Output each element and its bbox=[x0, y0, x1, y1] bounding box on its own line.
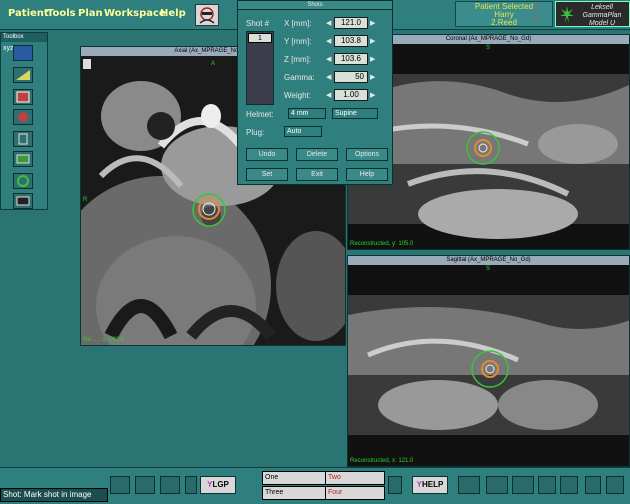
shot-list-item[interactable]: 1 bbox=[248, 33, 272, 43]
y-label: Y [mm]: bbox=[284, 37, 312, 46]
menu-help[interactable]: Help bbox=[160, 8, 186, 19]
frame-icon[interactable] bbox=[135, 476, 155, 494]
tool-paint-icon[interactable] bbox=[13, 67, 33, 83]
plug-label: Plug: bbox=[246, 128, 265, 137]
logo-text: Leksell GammaPlan Model U bbox=[582, 4, 622, 27]
menu-workspace[interactable]: Workspace bbox=[104, 8, 166, 19]
gamma-label: Gamma: bbox=[284, 73, 315, 82]
status-bar: Shot: Mark shot in image bbox=[0, 488, 108, 502]
tool-box-icon[interactable] bbox=[13, 89, 33, 105]
view-three-button[interactable]: Three bbox=[262, 486, 326, 500]
weight-label: Weight: bbox=[284, 91, 311, 100]
y-field[interactable]: 103.8 bbox=[334, 35, 368, 47]
y-decrement-icon[interactable]: ◀ bbox=[326, 37, 331, 45]
help-bar-button[interactable]: YHELP bbox=[412, 476, 448, 494]
set-button[interactable]: Set bbox=[246, 168, 288, 181]
face-icon[interactable] bbox=[195, 4, 219, 26]
sagittal-superior-label: S bbox=[486, 266, 491, 272]
protractor-icon[interactable] bbox=[110, 476, 130, 494]
tool-shape-icon[interactable] bbox=[13, 45, 33, 61]
toolbox-title: Toolbox bbox=[1, 33, 47, 42]
weight-decrement-icon[interactable]: ◀ bbox=[326, 91, 331, 99]
tool-link-icon[interactable] bbox=[13, 131, 33, 147]
menu-plan[interactable]: Plan bbox=[78, 8, 103, 19]
x-field[interactable]: 121.0 bbox=[334, 17, 368, 29]
pen-icon[interactable] bbox=[185, 476, 197, 494]
help-button[interactable]: Help bbox=[346, 168, 388, 181]
x-label: X [mm]: bbox=[284, 19, 312, 28]
weight-field[interactable]: 1.00 bbox=[334, 89, 368, 101]
coronal-recon-label: Reconstructed, y: 105.0 bbox=[350, 241, 414, 247]
gamma-increment-icon[interactable]: ▶ bbox=[370, 73, 375, 81]
gamma-decrement-icon[interactable]: ◀ bbox=[326, 73, 331, 81]
helmet-value: 4 mm bbox=[291, 110, 309, 117]
x-decrement-icon[interactable]: ◀ bbox=[326, 19, 331, 27]
view-four-button[interactable]: Four bbox=[325, 486, 385, 500]
exit-button[interactable]: Exit bbox=[296, 168, 338, 181]
list-icon[interactable] bbox=[512, 476, 534, 494]
menu-patient[interactable]: Patient bbox=[8, 8, 49, 19]
document-icon[interactable] bbox=[538, 476, 556, 494]
z-increment-icon[interactable]: ▶ bbox=[370, 55, 375, 63]
lgp-button[interactable]: YLGP bbox=[200, 476, 236, 494]
leaf-logo-icon bbox=[560, 6, 574, 23]
notepad-icon[interactable] bbox=[606, 476, 624, 494]
z-decrement-icon[interactable]: ◀ bbox=[326, 55, 331, 63]
shots-dialog: Shots Shot # 1 X [mm]: ◀ 121.0 ▶ Y [mm]:… bbox=[237, 0, 393, 185]
z-label: Z [mm]: bbox=[284, 55, 312, 64]
delete-button[interactable]: Delete bbox=[296, 148, 338, 161]
view-two-button[interactable]: Two bbox=[325, 471, 385, 485]
x-increment-icon[interactable]: ▶ bbox=[370, 19, 375, 27]
undo-button[interactable]: Undo bbox=[246, 148, 288, 161]
layout-icon[interactable] bbox=[388, 476, 402, 494]
coronal-superior-label: S bbox=[486, 45, 491, 51]
sagittal-viewport[interactable]: Sagittal (Ax_MPRAGE_No_Gd) S Reconstruct… bbox=[347, 255, 630, 467]
axial-right-label: R bbox=[83, 197, 88, 203]
axial-anterior-label: A bbox=[211, 61, 216, 67]
gammaplan-screen: Patient Tools Plan Workspace Help Patien… bbox=[0, 0, 630, 504]
plug-dropdown[interactable]: Auto bbox=[284, 126, 322, 137]
position-value: Supine bbox=[335, 110, 357, 117]
lgp-label: LGP bbox=[212, 480, 229, 489]
tool-ring-icon[interactable] bbox=[13, 173, 33, 189]
tool-target-icon[interactable] bbox=[13, 109, 33, 125]
axial-recon-label: Re... ...s: 103.8 bbox=[83, 337, 124, 343]
weight-increment-icon[interactable]: ▶ bbox=[370, 91, 375, 99]
helmet-dropdown[interactable]: 4 mm bbox=[288, 108, 326, 119]
shot-number-label: Shot # bbox=[246, 19, 270, 28]
y-increment-icon[interactable]: ▶ bbox=[370, 37, 375, 45]
tool-screen-icon[interactable] bbox=[13, 193, 33, 209]
shot-list[interactable]: 1 bbox=[246, 31, 274, 105]
axial-lock-icon[interactable] bbox=[83, 59, 91, 69]
xyz-indicator: XYZ bbox=[535, 2, 540, 24]
menu-tools[interactable]: Tools bbox=[47, 8, 76, 19]
printer-icon[interactable] bbox=[458, 476, 480, 494]
toolbox-coords-icon[interactable]: xyz bbox=[3, 45, 14, 52]
view-one-button[interactable]: One bbox=[262, 471, 326, 485]
trash-icon[interactable] bbox=[585, 476, 601, 494]
grid-icon[interactable] bbox=[160, 476, 180, 494]
position-dropdown[interactable]: Supine bbox=[332, 108, 378, 119]
help-bar-label: HELP bbox=[422, 480, 444, 489]
options-button[interactable]: Options bbox=[346, 148, 388, 161]
leksell-logo: Leksell GammaPlan Model U bbox=[555, 1, 630, 27]
toolbox-panel: Toolbox xyz bbox=[0, 32, 48, 210]
sagittal-recon-label: Reconstructed, x: 121.0 bbox=[350, 458, 414, 464]
query-icon[interactable] bbox=[560, 476, 578, 494]
helmet-label: Helmet: bbox=[246, 110, 274, 119]
shots-title: Shots bbox=[238, 1, 392, 10]
sagittal-mri-image[interactable] bbox=[348, 265, 630, 467]
sagittal-title: Sagittal (Ax_MPRAGE_No_Gd) bbox=[348, 256, 629, 265]
plug-value: Auto bbox=[287, 128, 302, 135]
tools-icon[interactable] bbox=[486, 476, 508, 494]
z-field[interactable]: 103.6 bbox=[334, 53, 368, 65]
tool-measure-icon[interactable] bbox=[13, 151, 33, 167]
gamma-field[interactable]: 50 bbox=[334, 71, 368, 83]
